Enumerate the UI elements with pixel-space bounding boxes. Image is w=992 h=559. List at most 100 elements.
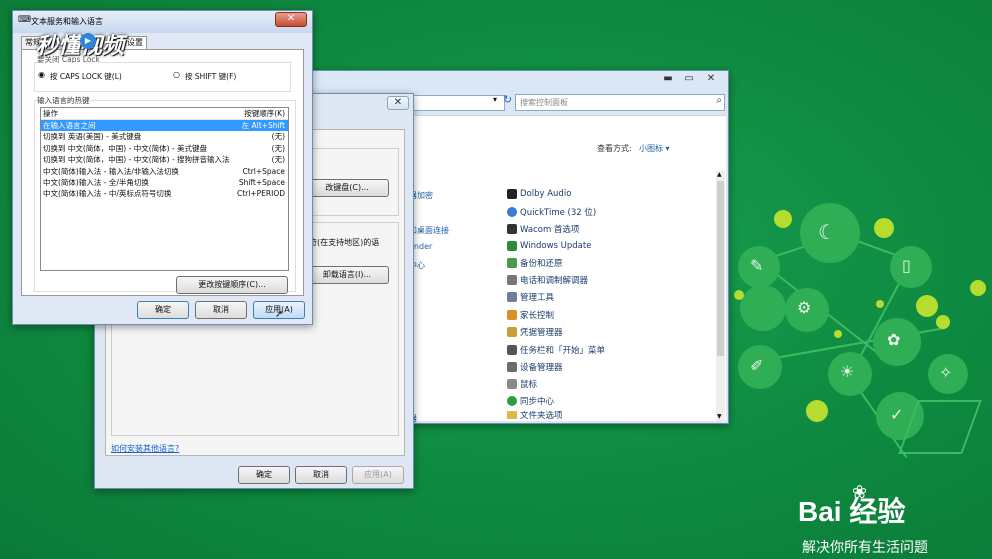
cp-item-taskbar[interactable]: 任务栏和「开始」菜单 (507, 343, 605, 357)
hotkeys-group-label: 输入语言的热键 (37, 95, 90, 106)
cancel-button[interactable]: 取消 (195, 301, 247, 319)
cp-item-dolby[interactable]: Dolby Audio (507, 187, 571, 201)
folder-icon (507, 411, 517, 419)
pen-icon: ✎ (750, 256, 764, 275)
cp-item-windows-update[interactable]: Windows Update (507, 239, 591, 253)
cp-item-label: 任务栏和「开始」菜单 (520, 346, 606, 356)
change-keyboard-button[interactable]: 改键盘(C)... (305, 179, 389, 197)
windows-update-icon (507, 241, 517, 251)
hotkey-row[interactable]: 中文(简体)输入法 - 输入法/非输入法切换 Ctrl+Space (41, 166, 288, 177)
cp-item-folder-options[interactable]: 文件夹选项 (507, 411, 563, 419)
change-key-sequence-button[interactable]: 更改按键顺序(C)... (176, 276, 288, 294)
dolby-icon (507, 189, 517, 199)
scroll-down-icon[interactable]: ▼ (717, 413, 722, 420)
address-bar[interactable] (411, 95, 505, 111)
search-placeholder: 搜索控制面板 (520, 98, 568, 107)
uninstall-language-button[interactable]: 卸载语言(I)... (305, 266, 389, 284)
cp-item-label: 电话和调制解调器 (520, 276, 589, 286)
device-manager-icon (507, 362, 517, 372)
cp-item-credential[interactable]: 凭据管理器 (507, 325, 563, 339)
cp-item-wacom[interactable]: Wacom 首选项 (507, 222, 579, 236)
cp-item-parental[interactable]: 家长控制 (507, 308, 554, 322)
maple-leaf-icon: ✿ (887, 330, 901, 349)
wacom-icon (507, 224, 517, 234)
close-button[interactable]: ✕ (387, 96, 409, 110)
ok-button[interactable]: 确定 (238, 466, 290, 484)
cancel-button[interactable]: 取消 (295, 466, 347, 484)
shift-radio-icon[interactable]: ○ (173, 70, 180, 79)
cp-item-sync[interactable]: 同步中心 (507, 394, 554, 408)
play-icon: ▶ (80, 33, 96, 49)
hotkey-row[interactable]: 切换到 中文(简体，中国) - 中文(简体) - 搜狗拼音输入法 (无) (41, 154, 288, 165)
close-button[interactable]: ✕ (275, 12, 307, 27)
parental-control-icon (507, 310, 517, 320)
pencil-icon: ✐ (750, 356, 764, 375)
cp-item-label: 文件夹选项 (520, 411, 563, 419)
search-icon[interactable]: ⌕ (716, 95, 722, 106)
admin-tools-icon (507, 292, 517, 302)
cp-item-label: 管理工具 (520, 293, 555, 303)
cp-item-label: 鼠标 (520, 380, 538, 390)
phone-icon: ▯ (902, 256, 911, 275)
paw-icon: ❀ (852, 482, 868, 503)
hotkey-row[interactable]: 中文(简体)输入法 - 中/英标点符号切换 Ctrl+PERIOD (41, 188, 288, 199)
search-box[interactable]: 搜索控制面板 ⌕ (515, 94, 725, 111)
cp-item-admin-tools[interactable]: 管理工具 (507, 290, 554, 304)
phone-icon (507, 275, 517, 285)
dropdown-icon[interactable]: ▾ (493, 95, 497, 104)
cp-item-label: 家长控制 (520, 311, 555, 321)
cp-item-label: Wacom 首选项 (520, 225, 580, 235)
caps-radio-icon[interactable]: ◉ (38, 70, 45, 79)
keyboard-app-icon: ⌨ (18, 15, 31, 25)
cp-item-backup[interactable]: 备份和还原 (507, 256, 563, 270)
hotkey-row[interactable]: 中文(简体)输入法 - 全/半角切换 Shift+Space (41, 177, 288, 188)
quicktime-icon (507, 207, 517, 217)
slogan: 解决你所有生活问题 (802, 540, 928, 556)
view-by-dropdown[interactable]: 小图标 ▾ (639, 143, 670, 154)
hotkey-row[interactable]: 切换到 中文(简体，中国) - 中文(简体) - 美式键盘 (无) (41, 143, 288, 154)
broom-icon: ✓ (890, 405, 904, 424)
mouse-icon (507, 379, 517, 389)
col-key-header[interactable]: 按键顺序(K) (244, 108, 285, 119)
backup-icon (507, 258, 517, 268)
hotkeys-list[interactable]: 操作 按键顺序(K) 在输入语言之间左 Alt+Shift 切换到 英语(美国)… (40, 107, 289, 271)
close-button[interactable]: ✕ (701, 73, 721, 85)
sun-icon: ☀ (840, 362, 855, 381)
hotkey-row[interactable]: 在输入语言之间左 Alt+Shift (41, 120, 288, 132)
cp-item-device-manager[interactable]: 设备管理器 (507, 360, 563, 374)
install-languages-link[interactable]: 如何安装其他语言? (111, 443, 179, 454)
tab-page: 要关闭 Caps Lock ◉ 按 CAPS LOCK 键(L) ○ 按 SHI… (21, 49, 304, 296)
refresh-icon[interactable]: ↻ (503, 93, 512, 106)
cp-item-label: Windows Update (520, 241, 592, 251)
taskbar-icon (507, 345, 517, 355)
cp-item-phone[interactable]: 电话和调制解调器 (507, 273, 588, 287)
shift-option-label[interactable]: 按 SHIFT 键(F) (185, 71, 236, 82)
cp-item-label: QuickTime (32 位) (520, 208, 597, 218)
cp-item-label: Dolby Audio (520, 189, 572, 199)
credential-icon (507, 327, 517, 337)
apply-button[interactable]: 应用(A) (352, 466, 404, 484)
view-by-label: 查看方式: (597, 144, 632, 153)
caps-option-label[interactable]: 按 CAPS LOCK 键(L) (50, 71, 122, 82)
leaf-icon: ☾ (818, 220, 836, 244)
mouse-cursor-icon: ➚ (275, 309, 284, 320)
ok-button[interactable]: 确定 (137, 301, 189, 319)
star-icon: ✧ (939, 363, 953, 382)
cp-item-label: 备份和还原 (520, 259, 563, 269)
gear-icon: ⚙ (797, 298, 812, 317)
cp-item-quicktime[interactable]: QuickTime (32 位) (507, 205, 596, 219)
content-area: 查看方式: 小图标 ▾ ▲ ▼ (407, 115, 726, 421)
hotkey-row[interactable]: 切换到 英语(美国) - 美式键盘 (无) (41, 131, 288, 142)
minimize-button[interactable]: ▬ (658, 73, 678, 85)
sync-icon (507, 396, 517, 406)
scroll-up-icon[interactable]: ▲ (717, 171, 722, 178)
cp-item-label: 设备管理器 (520, 363, 563, 373)
maximize-button[interactable]: ▭ (679, 73, 699, 85)
col-action-header[interactable]: 操作 (43, 108, 58, 119)
vertical-scrollbar[interactable]: ▲ ▼ (716, 171, 725, 421)
cp-item-label: 凭据管理器 (520, 328, 563, 338)
left-fragment-2[interactable]: 和桌面连接 (409, 225, 449, 236)
cp-item-mouse[interactable]: 鼠标 (507, 377, 537, 391)
lightbulb-decoration: ☾ ✎ ▯ ⚙ ✿ ✐ ☀ ✧ ✓ (730, 200, 992, 460)
scroll-thumb[interactable] (717, 181, 724, 356)
